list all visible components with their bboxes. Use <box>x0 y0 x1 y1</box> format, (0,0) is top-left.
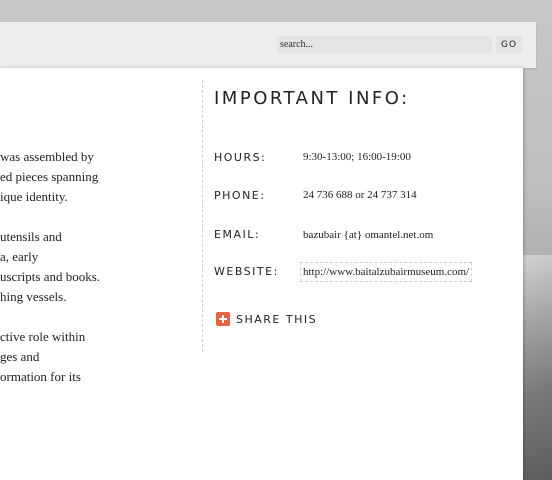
plus-icon <box>216 312 230 326</box>
hours-value: 9:30-13:00; 16:00-19:00 <box>303 151 411 163</box>
content-panel: was assembled by ed pieces spanning ique… <box>0 68 523 480</box>
description-line: utensils and <box>0 229 62 244</box>
description-line: ctive role within <box>0 329 86 344</box>
phone-label: PHONE: <box>214 189 266 202</box>
go-button[interactable]: GO <box>496 36 522 53</box>
info-title: IMPORTANT INFO: <box>214 88 410 109</box>
email-label: EMAIL: <box>214 228 261 241</box>
description-line: was assembled by <box>0 149 94 164</box>
description-text: was assembled by ed pieces spanning ique… <box>0 68 200 480</box>
email-value: bazubair {at} omantel.net.om <box>303 229 434 241</box>
description-line: ges and <box>0 349 40 364</box>
description-line: hing vessels. <box>0 289 67 304</box>
column-divider <box>202 80 203 352</box>
search-input[interactable] <box>277 36 492 53</box>
hours-label: HOURS: <box>214 151 267 164</box>
description-line: a, early <box>0 249 39 264</box>
website-label: WEBSITE: <box>214 265 279 278</box>
phone-value: 24 736 688 or 24 737 314 <box>303 189 417 201</box>
description-line: uscripts and books. <box>0 269 101 284</box>
website-link[interactable]: http://www.baitalzubairmuseum.com/ <box>300 262 473 282</box>
share-button[interactable]: SHARE THIS <box>216 312 317 326</box>
description-line: ed pieces spanning <box>0 169 99 184</box>
description-line: ormation for its <box>0 369 81 384</box>
share-label: SHARE THIS <box>236 312 318 326</box>
description-line: ique identity. <box>0 189 68 204</box>
